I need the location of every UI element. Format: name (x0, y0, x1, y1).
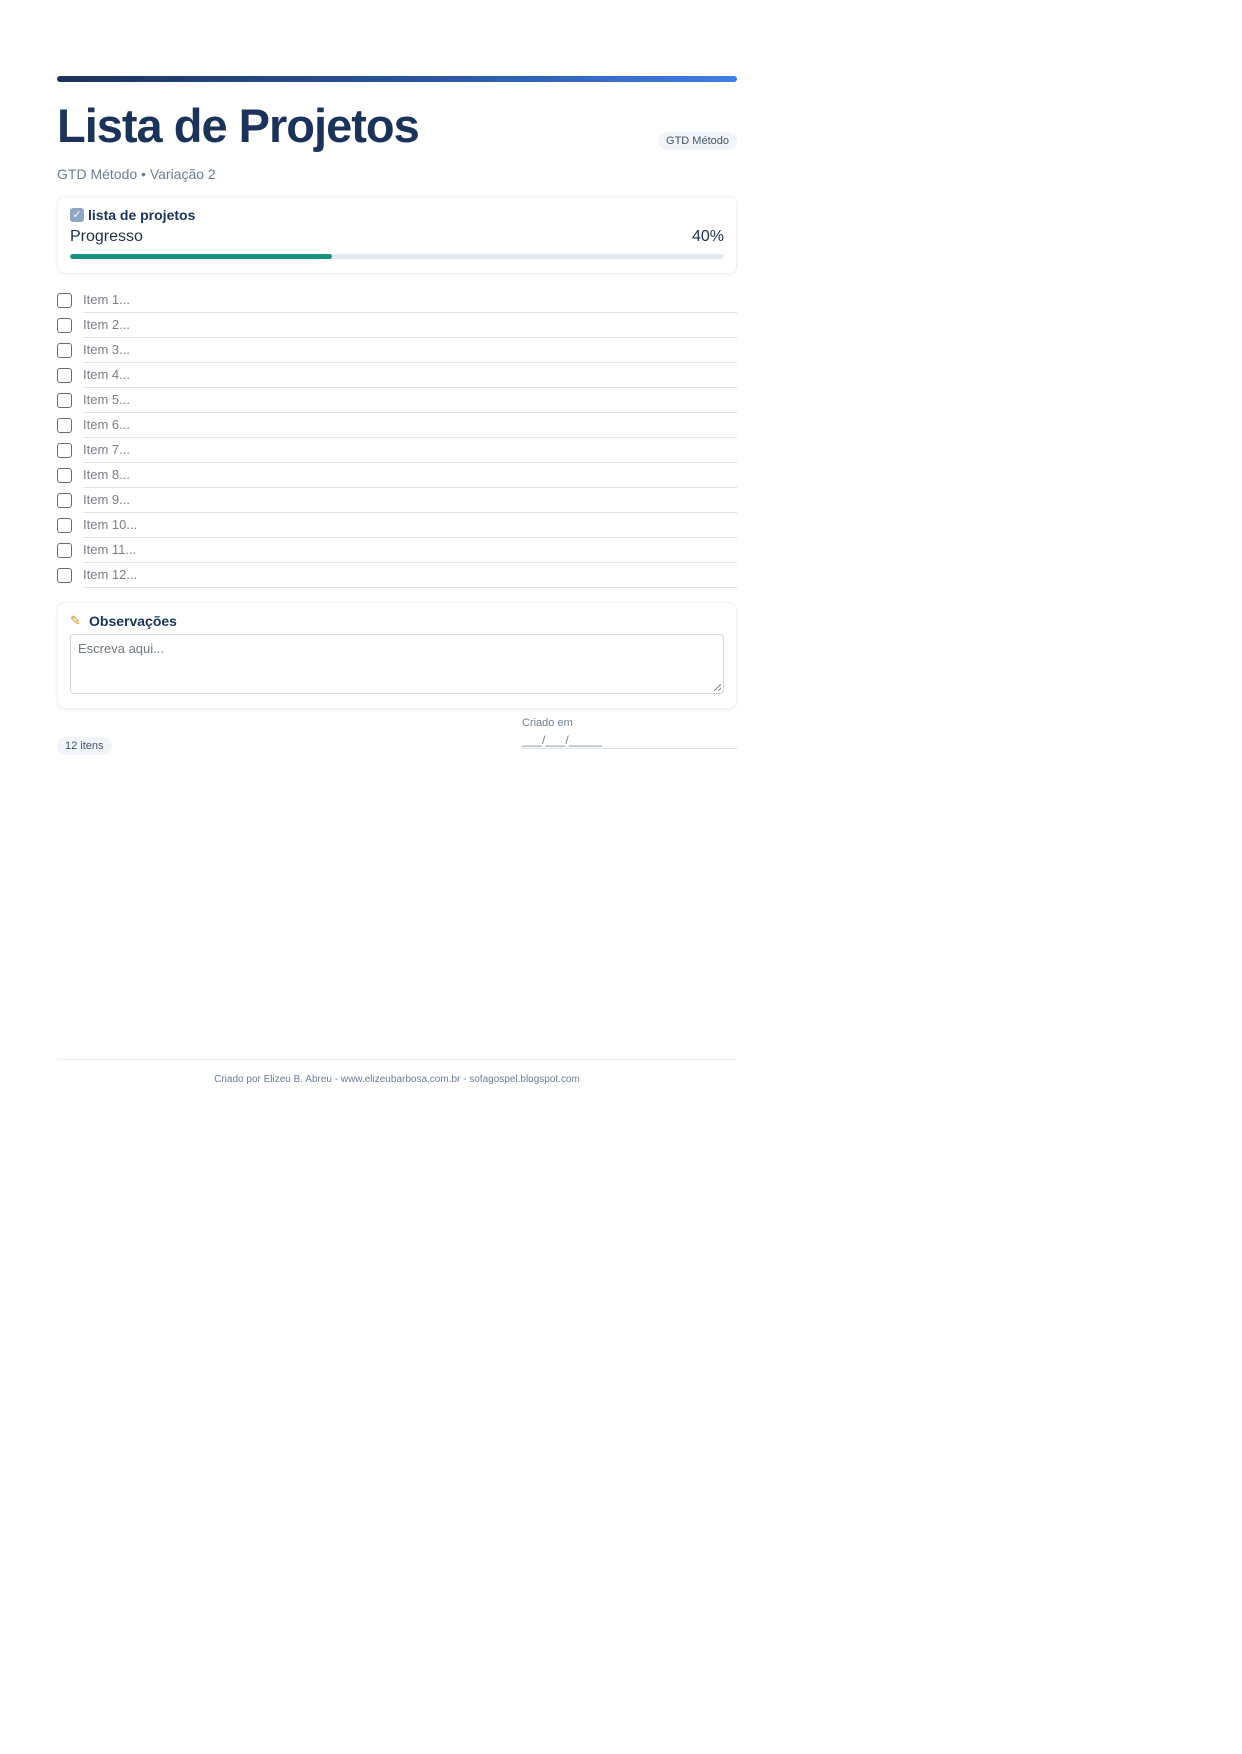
item-checkbox[interactable] (57, 443, 72, 458)
page-footer: Criado por Elizeu B. Abreu - www.elizeub… (57, 1059, 737, 1085)
created-label: Criado em (522, 717, 573, 729)
item-checkbox[interactable] (57, 393, 72, 408)
item-text-field[interactable]: Item 8... (83, 463, 737, 488)
created-date-input[interactable]: ___/___/_____ (522, 733, 737, 749)
created-date-field: Criado em ___/___/_____ (522, 717, 737, 749)
top-accent-bar (57, 76, 737, 82)
item-text-field[interactable]: Item 5... (83, 388, 737, 413)
progress-row: Progresso 40% (70, 228, 724, 246)
page-header: Lista de Projetos GTD Método (57, 100, 737, 152)
item-checkbox[interactable] (57, 518, 72, 533)
list-item: Item 8... (57, 463, 737, 488)
item-text-field[interactable]: Item 11... (83, 538, 737, 563)
progress-label: Progresso (70, 228, 143, 245)
progress-percent: 40% (691, 228, 724, 245)
notes-title-text: Observações (89, 613, 177, 629)
footer-credit: Criado por Elizeu B. Abreu - www.elizeub… (214, 1074, 580, 1085)
list-item: Item 10... (57, 513, 737, 538)
item-count-badge: 12 itens (57, 737, 112, 755)
progress-card: ✓ lista de projetos Progresso 40% (57, 196, 737, 274)
checklist: Item 1... Item 2... Item 3... Item 4... Item… (57, 288, 737, 588)
item-checkbox[interactable] (57, 568, 72, 583)
planner-page: Lista de Projetos GTD Método GTD Método … (57, 76, 737, 757)
item-checkbox[interactable] (57, 368, 72, 383)
list-item: Item 7... (57, 438, 737, 463)
progress-bar (70, 254, 724, 259)
memo-icon: ✎ (70, 613, 81, 628)
item-checkbox[interactable] (57, 468, 72, 483)
item-text-field[interactable]: Item 7... (83, 438, 737, 463)
item-text-field[interactable]: Item 9... (83, 488, 737, 513)
item-text-field[interactable]: Item 3... (83, 338, 737, 363)
item-checkbox[interactable] (57, 418, 72, 433)
method-badge: GTD Método (658, 132, 737, 150)
item-checkbox[interactable] (57, 343, 72, 358)
item-text-field[interactable]: Item 4... (83, 363, 737, 388)
item-text-field[interactable]: Item 10... (83, 513, 737, 538)
list-item: Item 5... (57, 388, 737, 413)
item-text-field[interactable]: Item 6... (83, 413, 737, 438)
list-item: Item 12... (57, 563, 737, 588)
item-text-field[interactable]: Item 2... (83, 313, 737, 338)
resize-grip-icon[interactable] (714, 684, 721, 691)
page-subtitle: GTD Método • Variação 2 (57, 166, 216, 182)
list-item: Item 9... (57, 488, 737, 513)
progress-card-title: ✓ lista de projetos (70, 207, 724, 223)
list-item: Item 3... (57, 338, 737, 363)
progress-bar-fill (70, 254, 332, 259)
item-checkbox[interactable] (57, 318, 72, 333)
notes-card: ✎ Observações Escreva aqui... (57, 602, 737, 709)
list-item: Item 6... (57, 413, 737, 438)
page-title: Lista de Projetos (57, 99, 420, 152)
item-text-field[interactable]: Item 1... (83, 288, 737, 313)
notes-title: ✎ Observações (70, 613, 724, 629)
notes-placeholder: Escreva aqui... (78, 641, 164, 656)
item-text-field[interactable]: Item 12... (83, 563, 737, 588)
list-item: Item 1... (57, 288, 737, 313)
list-item: Item 4... (57, 363, 737, 388)
progress-card-title-text: lista de projetos (88, 207, 196, 223)
item-checkbox[interactable] (57, 493, 72, 508)
meta-row: 12 itens Criado em ___/___/_____ (57, 717, 737, 757)
list-item: Item 2... (57, 313, 737, 338)
item-checkbox[interactable] (57, 543, 72, 558)
item-checkbox[interactable] (57, 293, 72, 308)
notes-textarea[interactable]: Escreva aqui... (70, 634, 724, 694)
list-item: Item 11... (57, 538, 737, 563)
checkbox-emoji-icon: ✓ (70, 208, 84, 222)
